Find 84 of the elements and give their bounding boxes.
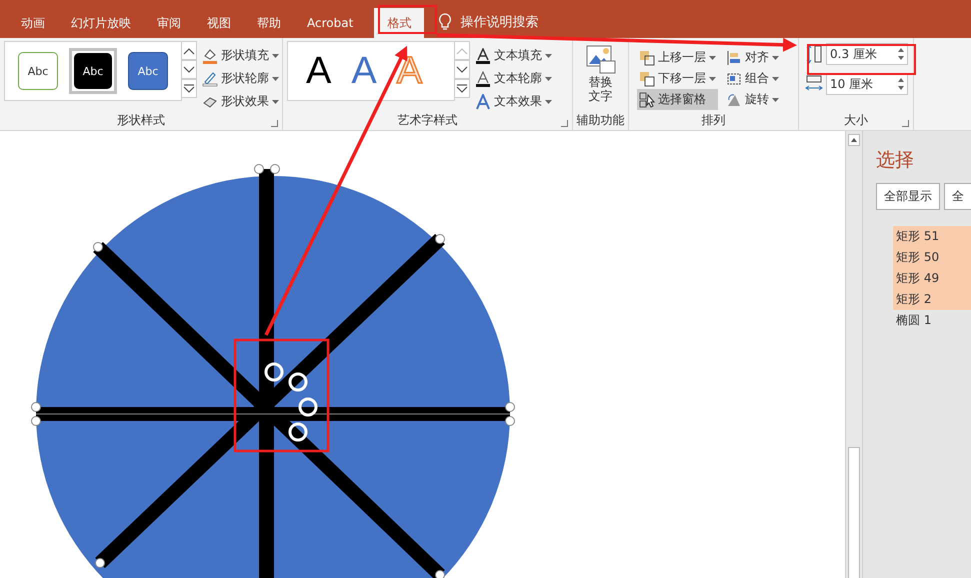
- text-command[interactable]: 文本效果: [473, 91, 554, 112]
- alt-text-button[interactable]: 替换文字: [586, 41, 616, 103]
- ribbon-tab[interactable]: 幻灯片放映: [58, 8, 144, 38]
- dialog-launcher-icon[interactable]: [271, 120, 278, 127]
- arrange-command[interactable]: 上移一层: [637, 47, 718, 68]
- ribbon-tab[interactable]: 视图: [194, 8, 244, 38]
- expand-icon: [183, 84, 195, 94]
- letter-a-icon: [475, 94, 491, 110]
- group-label: 排列: [700, 112, 726, 129]
- ribbon-tab[interactable]: 审阅: [144, 8, 194, 38]
- bring-forward-icon: [639, 50, 655, 66]
- more-button[interactable]: [181, 79, 197, 98]
- group-label: 形状样式: [116, 112, 166, 129]
- caret-icon: [772, 56, 779, 60]
- caret-icon: [272, 54, 279, 58]
- width-field[interactable]: 10 厘米: [826, 73, 908, 95]
- letter-a-icon: [475, 48, 491, 64]
- more-button[interactable]: [454, 79, 470, 98]
- expand-icon: [456, 84, 468, 94]
- chevron-down-icon: [456, 66, 468, 74]
- picture-icon: [586, 43, 616, 75]
- highlight-frame: [378, 5, 437, 34]
- caret-icon: [272, 76, 279, 80]
- dialog-launcher-icon[interactable]: [561, 120, 568, 127]
- text-command[interactable]: 文本填充: [473, 45, 554, 66]
- ribbon-tab[interactable]: Acrobat: [294, 8, 366, 38]
- caret-icon: [545, 54, 552, 58]
- shape-command[interactable]: 形状轮廓: [200, 68, 281, 89]
- height-icon: [805, 44, 823, 64]
- shape-list-item[interactable]: 矩形 2: [893, 289, 971, 310]
- show-hide-button[interactable]: 全部显示: [876, 183, 940, 210]
- rotate-icon: [726, 92, 742, 108]
- scroll-down-button[interactable]: [181, 60, 197, 79]
- arrange-command[interactable]: 选择窗格: [637, 89, 718, 110]
- send-backward-icon: [639, 70, 655, 86]
- pane-title: 选择: [876, 148, 915, 173]
- arrange-command[interactable]: 组合: [724, 68, 781, 89]
- text-command[interactable]: 文本轮廓: [473, 68, 554, 89]
- lightbulb-icon: [438, 13, 452, 31]
- chevron-up-icon: [183, 46, 195, 54]
- selection-pane-icon: [639, 92, 655, 108]
- arrange-command[interactable]: 对齐: [724, 47, 781, 68]
- chevron-up-icon: [456, 46, 468, 54]
- ribbon-tab[interactable]: 格式: [374, 8, 424, 38]
- group-icon: [726, 70, 742, 86]
- caret-icon: [272, 100, 279, 104]
- align-icon: [726, 50, 742, 66]
- caret-icon: [772, 76, 779, 80]
- caret-icon: [709, 76, 716, 80]
- shape-list-item[interactable]: 矩形 49: [893, 268, 971, 289]
- shape-list-item[interactable]: 矩形 50: [893, 247, 971, 268]
- scrollbar-thumb[interactable]: [848, 447, 860, 578]
- shape-command[interactable]: 形状填充: [200, 45, 281, 66]
- spinner-arrows-icon: [898, 78, 904, 90]
- caret-icon: [709, 56, 716, 60]
- chevron-down-icon: [183, 66, 195, 74]
- scroll-down-button[interactable]: [454, 60, 470, 79]
- group-label: 辅助功能: [576, 112, 626, 129]
- dialog-launcher-icon[interactable]: [902, 120, 909, 127]
- vertical-scrollbar[interactable]: [845, 131, 862, 578]
- group-label: 大小: [843, 112, 869, 129]
- paint-bucket-icon: [202, 48, 218, 64]
- shape-list-item[interactable]: 矩形 51: [893, 226, 971, 247]
- tell-me-search[interactable]: 操作说明搜索: [460, 13, 538, 31]
- letter-a-outline-icon: [475, 70, 491, 86]
- pencil-icon: [202, 70, 218, 86]
- shape-list-item[interactable]: 椭圆 1: [893, 310, 971, 331]
- wordart-style-option[interactable]: A: [351, 50, 377, 92]
- caret-icon: [772, 98, 779, 102]
- arrange-command[interactable]: 旋转: [724, 89, 781, 110]
- shape-command[interactable]: 形状效果: [200, 91, 281, 112]
- scroll-up-button[interactable]: [181, 41, 197, 60]
- show-hide-button[interactable]: 全: [944, 183, 971, 210]
- caret-icon: [545, 76, 552, 80]
- wordart-style-option[interactable]: A: [306, 50, 332, 92]
- caret-icon: [545, 100, 552, 104]
- scroll-up-icon[interactable]: [848, 134, 860, 146]
- spinner-arrows-icon: [898, 48, 904, 60]
- shape-style-option[interactable]: Abc: [69, 48, 117, 94]
- height-field[interactable]: 0.3 厘米: [826, 43, 908, 65]
- ribbon-tab[interactable]: 帮助: [244, 8, 294, 38]
- ribbon-tab[interactable]: 动画: [8, 8, 58, 38]
- arrange-command[interactable]: 下移一层: [637, 68, 718, 89]
- group-label: 艺术字样式: [396, 112, 458, 129]
